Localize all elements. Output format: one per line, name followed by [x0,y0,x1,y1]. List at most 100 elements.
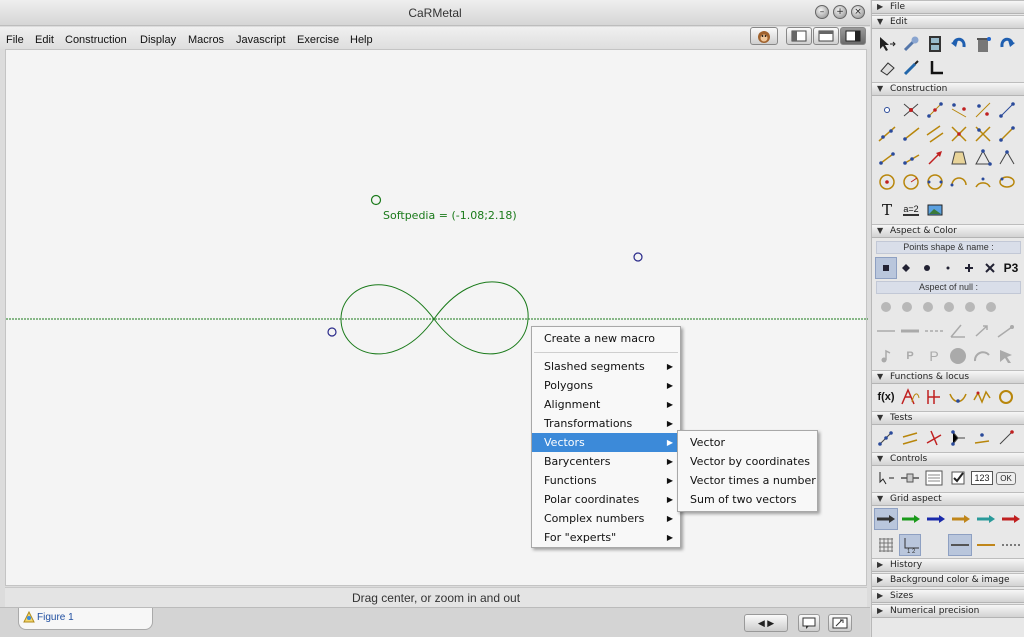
point-shape-x-tool[interactable] [979,257,1001,279]
submenu-sum-of-two-vectors[interactable]: Sum of two vectors [678,490,817,509]
menu-item-barycenters[interactable]: Barycenters ▶ [532,452,680,471]
submenu-vector[interactable]: Vector [678,433,817,452]
minimize-button[interactable]: – [815,5,829,19]
parallel-tool[interactable] [924,123,946,145]
blue-point-right[interactable] [633,252,643,262]
menu-help[interactable]: Help [350,34,373,46]
ray-fixed-tool[interactable] [900,147,922,169]
layout-top-button[interactable] [813,27,839,45]
control-number-tool[interactable]: 123 [971,467,993,489]
grid-color-blue-tool[interactable] [924,508,948,530]
point-shape-square-tool[interactable] [875,257,897,279]
point-tool[interactable] [876,99,898,121]
menu-item-functions[interactable]: Functions ▶ [532,471,680,490]
angle-mark-tool[interactable] [947,320,969,342]
test-on-object-tool[interactable] [971,427,993,449]
line-dashed-tool[interactable] [923,320,945,342]
ray-tool[interactable] [900,123,922,145]
menu-edit[interactable]: Edit [35,34,54,46]
tab-figure-1[interactable]: Figure 1 [18,608,153,630]
decimal-tool[interactable] [995,320,1017,342]
lemniscate-curve[interactable] [340,281,529,355]
parametric-tool[interactable] [899,386,921,408]
curve-fit-tool[interactable] [995,386,1017,408]
eraser-tool[interactable] [876,57,898,79]
grid-labels-tool[interactable]: 1 2 [899,534,921,556]
point-shape-circle-tool[interactable] [916,257,938,279]
locus-tool[interactable] [947,386,969,408]
grid-line-orange-tool[interactable] [974,534,998,556]
arc-tool[interactable] [948,171,970,193]
control-list-tool[interactable] [923,467,945,489]
reflection-tool[interactable] [972,99,994,121]
test-perpendicular-tool[interactable] [923,427,945,449]
null-size-3-tool[interactable] [917,296,939,318]
tools-button[interactable] [828,614,852,632]
section-controls[interactable]: ▼ Controls [872,452,1024,466]
circle-radius-tool[interactable] [900,171,922,193]
point-shape-diamond-tool[interactable] [895,257,917,279]
test-aligned-tool[interactable] [875,427,897,449]
null-size-5-tool[interactable] [959,296,981,318]
arc-three-points-tool[interactable] [972,171,994,193]
symmetry-tool[interactable] [948,99,970,121]
section-functions-locus[interactable]: ▼ Functions & locus [872,370,1024,384]
pen-tool[interactable] [900,57,922,79]
music-tool[interactable] [875,345,897,367]
trace-tool[interactable] [971,386,993,408]
menu-construction[interactable]: Construction [65,34,127,46]
navigation-arrows[interactable]: ◀ ▶ [744,614,788,632]
text-tool[interactable]: T [876,199,898,221]
implicit-tool[interactable] [923,386,945,408]
section-tests[interactable]: ▼ Tests [872,411,1024,425]
bisector-tool[interactable] [972,123,994,145]
circle-tool[interactable] [876,171,898,193]
section-sizes[interactable]: ▶ Sizes [872,589,1024,603]
null-size-6-tool[interactable] [980,296,1002,318]
menu-item-complex-numbers[interactable]: Complex numbers ▶ [532,509,680,528]
menu-item-vectors[interactable]: Vectors ▶ [532,433,680,452]
grid-color-green-tool[interactable] [899,508,923,530]
menu-display[interactable]: Display [140,34,176,46]
section-construction[interactable]: ▼ Construction [872,82,1024,96]
intersection-tool[interactable] [900,99,922,121]
point-name-tool[interactable]: P3 [1000,257,1022,279]
grid-color-red-tool[interactable] [999,508,1023,530]
line-tool[interactable] [876,123,898,145]
section-numerical-precision[interactable]: ▶ Numerical precision [872,604,1024,618]
translation-tool[interactable] [996,99,1018,121]
section-history[interactable]: ▶ History [872,558,1024,572]
test-equidistant-tool[interactable] [947,427,969,449]
menu-file[interactable]: File [6,34,24,46]
null-size-4-tool[interactable] [938,296,960,318]
animation-tool[interactable] [924,33,946,55]
expression-tool[interactable]: a=2 [900,199,922,221]
section-aspect-color[interactable]: ▼ Aspect & Color [872,224,1024,238]
menu-item-slashed-segments[interactable]: Slashed segments ▶ [532,357,680,376]
menu-macros[interactable]: Macros [188,34,224,46]
section-background[interactable]: ▶ Background color & image [872,573,1024,587]
layout-right-button[interactable] [840,27,866,45]
pointer-aspect-tool[interactable] [995,345,1017,367]
close-button[interactable]: × [851,5,865,19]
axes-tool[interactable] [924,57,946,79]
conic-tool[interactable] [996,171,1018,193]
comment-button[interactable] [798,614,820,632]
grid-show-tool[interactable] [875,534,897,556]
p-large-tool[interactable]: P [923,345,945,367]
control-slider-tool[interactable] [899,467,921,489]
menu-item-alignment[interactable]: Alignment ▶ [532,395,680,414]
segment-tool[interactable] [996,123,1018,145]
test-parallel-tool[interactable] [899,427,921,449]
grid-color-teal-tool[interactable] [974,508,998,530]
triangle-tool[interactable] [972,147,994,169]
move-tool[interactable] [876,33,898,55]
vector-tool[interactable] [924,147,946,169]
monkey-button[interactable] [750,27,778,45]
section-grid-aspect[interactable]: ▼ Grid aspect [872,492,1024,506]
circle-three-points-tool[interactable] [924,171,946,193]
point-shape-cross-tool[interactable] [958,257,980,279]
segment-fixed-tool[interactable] [876,147,898,169]
submenu-vector-by-coordinates[interactable]: Vector by coordinates [678,452,817,471]
grid-color-orange-tool[interactable] [949,508,973,530]
